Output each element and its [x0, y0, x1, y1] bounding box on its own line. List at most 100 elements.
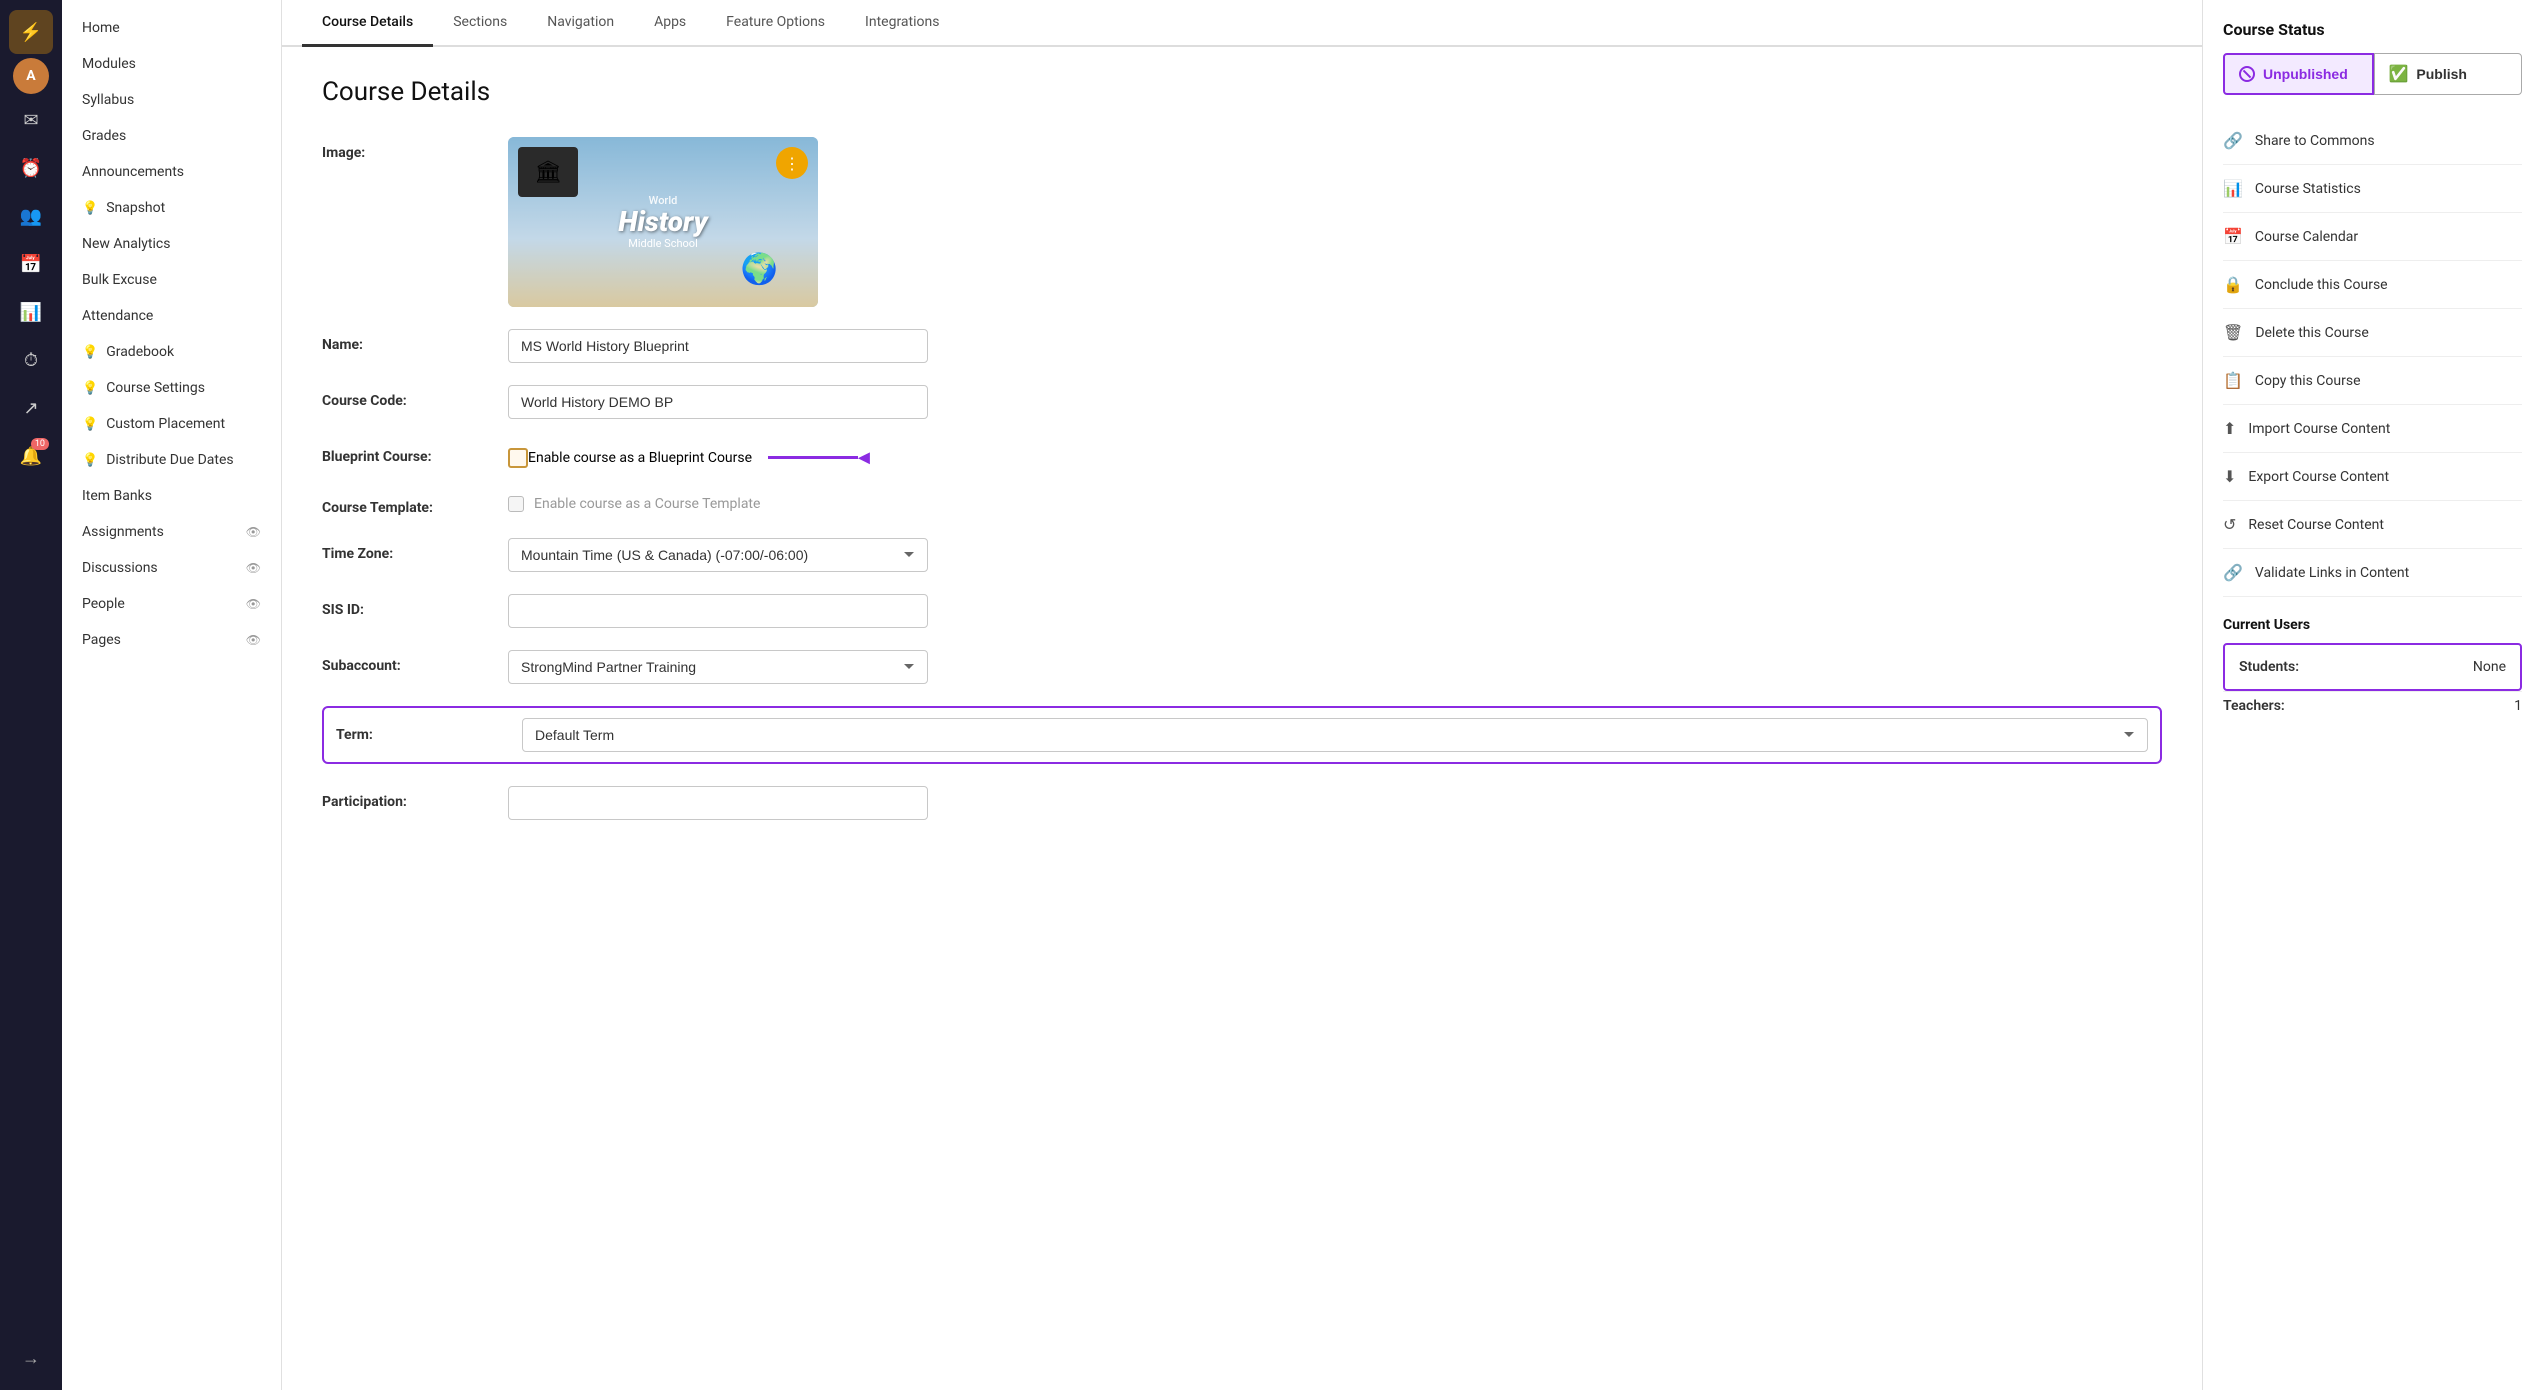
current-users-box: Students: None — [2223, 643, 2522, 691]
sidebar-item-people[interactable]: People👁 — [62, 586, 281, 622]
globe-icon: 🌍 — [741, 252, 778, 287]
sidebar-item-course-settings[interactable]: 💡Course Settings — [62, 370, 281, 406]
participation-label: Participation: — [322, 786, 492, 810]
participation-form-row: Participation: — [322, 786, 2162, 820]
image-history-text: History — [618, 207, 707, 238]
collapse-sidebar-button[interactable]: → — [9, 1336, 53, 1380]
course-code-control — [508, 385, 928, 419]
eye-icon-people[interactable]: 👁 — [246, 597, 261, 611]
subaccount-label: Subaccount: — [322, 650, 492, 674]
home-nav-icon[interactable]: ⚡ — [9, 10, 53, 54]
action-delete-course[interactable]: 🗑 Delete this Course — [2223, 309, 2522, 357]
blueprint-control: Enable course as a Blueprint Course ◄ — [508, 441, 928, 470]
sidebar-item-pages[interactable]: Pages👁 — [62, 622, 281, 658]
calendar-icon[interactable]: 📅 — [9, 242, 53, 286]
image-menu-button[interactable]: ⋮ — [776, 147, 808, 179]
eye-icon-pages[interactable]: 👁 — [246, 633, 261, 647]
right-sidebar: Course Status Unpublished ✅ Publish 🔗 Sh… — [2202, 0, 2542, 1390]
trash-icon: 🗑 — [2223, 323, 2243, 342]
term-select[interactable]: Default Term — [522, 718, 2148, 752]
sidebar-item-distribute-due-dates[interactable]: 💡Distribute Due Dates — [62, 442, 281, 478]
subaccount-select[interactable]: StrongMind Partner Training — [508, 650, 928, 684]
export-icon[interactable]: ↗ — [9, 386, 53, 430]
teachers-value: 1 — [2514, 698, 2522, 714]
course-image[interactable]: 🏛 World History Middle School 🌍 ⋮ — [508, 137, 818, 307]
notifications-icon[interactable]: 🔔 10 — [9, 434, 53, 478]
tab-sections[interactable]: Sections — [433, 0, 527, 47]
action-share-to-commons[interactable]: 🔗 Share to Commons — [2223, 117, 2522, 165]
calendar-action-icon: 📅 — [2223, 227, 2243, 246]
notification-badge: 10 — [31, 438, 49, 450]
sidebar-item-syllabus[interactable]: Syllabus — [62, 82, 281, 118]
sidebar-item-assignments[interactable]: Assignments👁 — [62, 514, 281, 550]
people-icon[interactable]: 👥 — [9, 194, 53, 238]
action-export-course-content[interactable]: ⬇ Export Course Content — [2223, 453, 2522, 501]
course-template-checkbox-row: Enable course as a Course Template — [508, 492, 928, 512]
blueprint-form-row: Blueprint Course: Enable course as a Blu… — [322, 441, 2162, 470]
blueprint-label: Blueprint Course: — [322, 441, 492, 465]
tab-course-details[interactable]: Course Details — [302, 0, 433, 47]
copy-icon: 📋 — [2223, 371, 2243, 390]
tab-integrations[interactable]: Integrations — [845, 0, 959, 47]
name-input[interactable] — [508, 329, 928, 363]
action-course-calendar[interactable]: 📅 Course Calendar — [2223, 213, 2522, 261]
sidebar-item-modules[interactable]: Modules — [62, 46, 281, 82]
course-template-checkbox-label: Enable course as a Course Template — [534, 496, 760, 512]
sidebar-item-gradebook[interactable]: 💡Gradebook — [62, 334, 281, 370]
tab-feature-options[interactable]: Feature Options — [706, 0, 845, 47]
action-validate-label: Validate Links in Content — [2255, 565, 2409, 581]
tab-navigation[interactable]: Navigation — [527, 0, 634, 47]
inbox-icon[interactable]: ✉ — [9, 98, 53, 142]
course-template-control: Enable course as a Course Template — [508, 492, 928, 512]
chart-icon[interactable]: 📊 — [9, 290, 53, 334]
eye-icon-discussions[interactable]: 👁 — [246, 561, 261, 575]
sidebar-item-announcements[interactable]: Announcements — [62, 154, 281, 190]
sis-id-control — [508, 594, 928, 628]
eye-icon-assignments[interactable]: 👁 — [246, 525, 261, 539]
students-row: Students: None — [2239, 655, 2506, 679]
action-import-course-content[interactable]: ⬆ Import Course Content — [2223, 405, 2522, 453]
sidebar-item-custom-placement[interactable]: 💡Custom Placement — [62, 406, 281, 442]
course-template-checkbox[interactable] — [508, 496, 524, 512]
action-copy-course[interactable]: 📋 Copy this Course — [2223, 357, 2522, 405]
export-action-icon: ⬇ — [2223, 467, 2236, 486]
course-status-buttons: Unpublished ✅ Publish — [2223, 53, 2522, 95]
subaccount-control: StrongMind Partner Training — [508, 650, 928, 684]
sidebar-item-bulk-excuse[interactable]: Bulk Excuse — [62, 262, 281, 298]
history-icon[interactable]: ⏱ — [9, 338, 53, 382]
publish-button[interactable]: ✅ Publish — [2374, 53, 2523, 95]
image-label: Image: — [322, 137, 492, 161]
stats-icon: 📊 — [2223, 179, 2243, 198]
action-reset-label: Reset Course Content — [2248, 517, 2384, 533]
sidebar-item-discussions[interactable]: Discussions👁 — [62, 550, 281, 586]
unpublished-label: Unpublished — [2263, 66, 2348, 82]
purple-arrow-line — [768, 456, 858, 459]
course-content-area: Course Details Image: 🏛 World History Mi… — [282, 47, 2202, 1390]
unpublished-button[interactable]: Unpublished — [2223, 53, 2374, 95]
bulb-icon-course-settings: 💡 — [82, 381, 98, 396]
sis-id-input[interactable] — [508, 594, 928, 628]
term-form-row-highlighted: Term: Default Term — [322, 706, 2162, 764]
time-zone-select[interactable]: Mountain Time (US & Canada) (-07:00/-06:… — [508, 538, 928, 572]
avatar-icon[interactable]: A — [13, 58, 49, 94]
blueprint-checkbox[interactable] — [508, 448, 528, 468]
action-calendar-label: Course Calendar — [2255, 229, 2358, 245]
tabs-bar: Course Details Sections Navigation Apps … — [282, 0, 2202, 47]
clock-icon[interactable]: ⏰ — [9, 146, 53, 190]
sidebar-item-attendance[interactable]: Attendance — [62, 298, 281, 334]
sidebar-item-home[interactable]: Home — [62, 10, 281, 46]
participation-control — [508, 786, 928, 820]
action-validate-links[interactable]: 🔗 Validate Links in Content — [2223, 549, 2522, 597]
sidebar-item-snapshot[interactable]: 💡Snapshot — [62, 190, 281, 226]
sis-id-label: SIS ID: — [322, 594, 492, 618]
blueprint-checkbox-row: Enable course as a Blueprint Course ◄ — [508, 441, 928, 470]
sidebar-item-item-banks[interactable]: Item Banks — [62, 478, 281, 514]
action-conclude-course[interactable]: 🔒 Conclude this Course — [2223, 261, 2522, 309]
action-reset-course-content[interactable]: ↺ Reset Course Content — [2223, 501, 2522, 549]
tab-apps[interactable]: Apps — [634, 0, 706, 47]
sidebar-item-grades[interactable]: Grades — [62, 118, 281, 154]
course-code-input[interactable] — [508, 385, 928, 419]
sidebar-item-new-analytics[interactable]: New Analytics — [62, 226, 281, 262]
participation-input[interactable] — [508, 786, 928, 820]
action-course-statistics[interactable]: 📊 Course Statistics — [2223, 165, 2522, 213]
